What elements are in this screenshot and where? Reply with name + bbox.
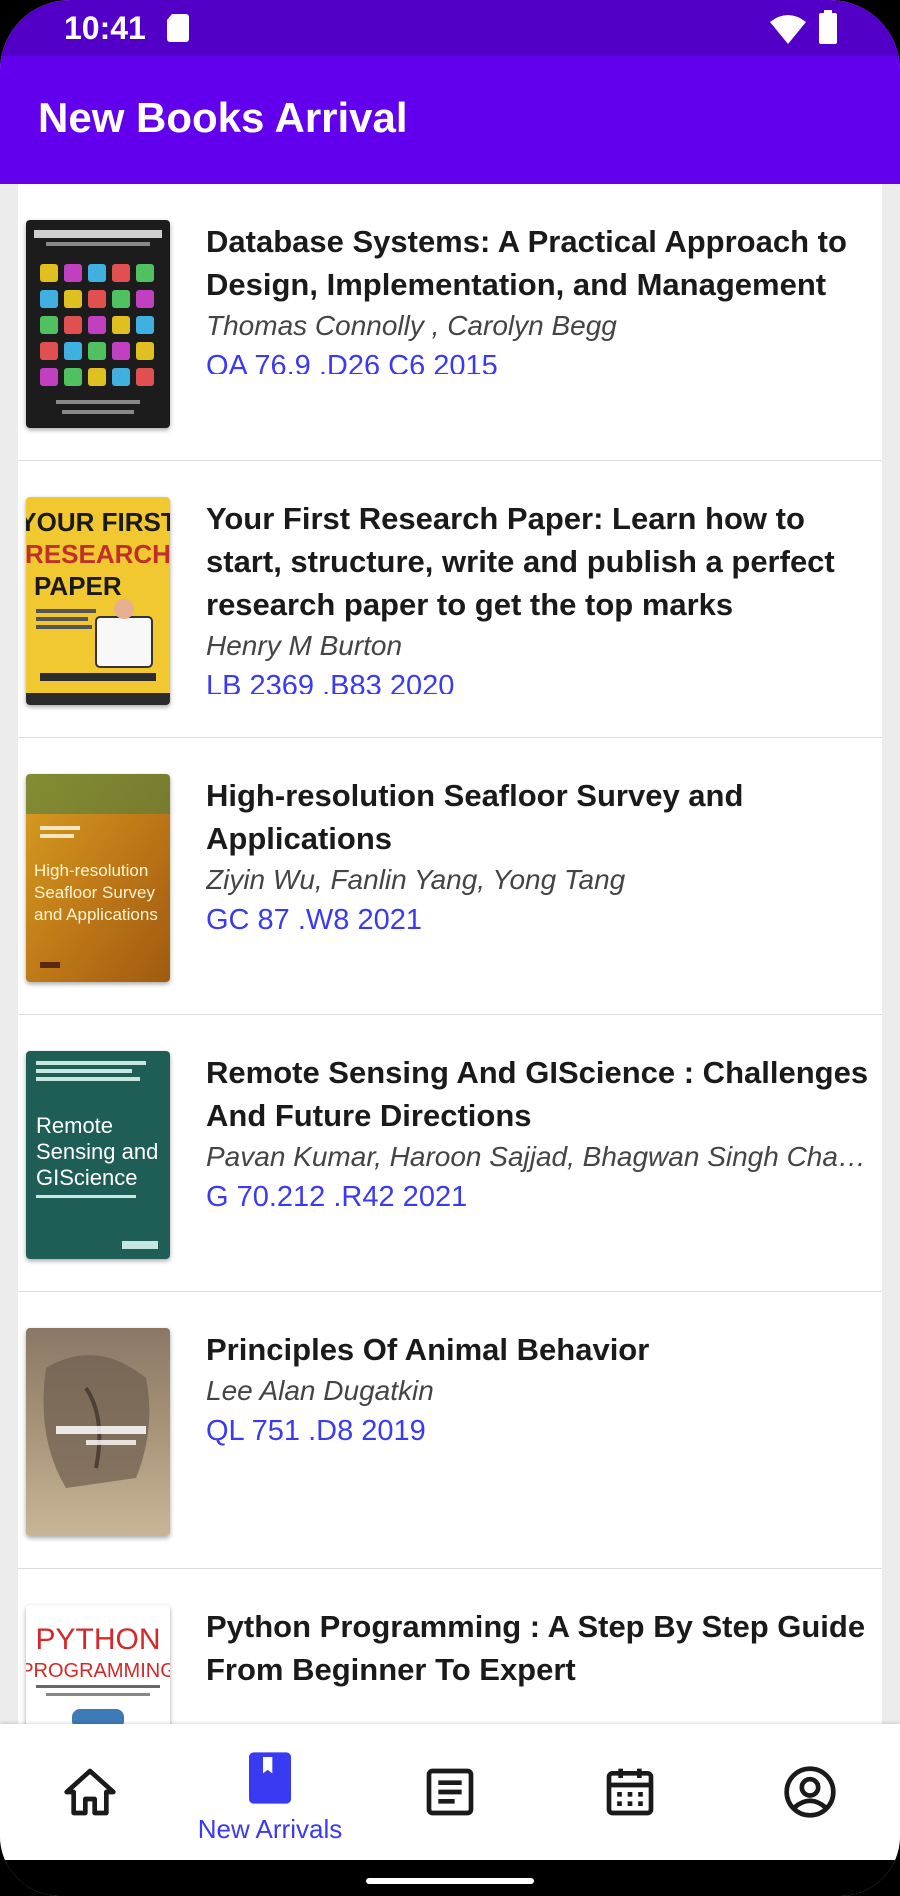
home-icon (64, 1768, 116, 1816)
battery-icon (819, 10, 837, 44)
calendar-icon (606, 1768, 654, 1816)
cover-text: PAPER (34, 571, 122, 601)
cover-text: RESEARCH (26, 539, 170, 569)
status-bar: 10:41 (0, 0, 900, 56)
book-cover-image: YOUR FIRST RESEARCH PAPER (26, 497, 170, 705)
cover-text: Remote (36, 1113, 113, 1138)
book-authors: Thomas Connolly , Carolyn Begg (206, 310, 617, 341)
gesture-bar (0, 1860, 900, 1896)
book-list[interactable]: Database Systems: A Practical Approach t… (18, 184, 882, 1724)
bottom-navigation: New Arrivals (0, 1724, 900, 1860)
book-authors: Ziyin Wu, Fanlin Yang, Yong Tang (206, 864, 626, 895)
nav-profile[interactable] (720, 1724, 900, 1860)
book-call-number: QL 751 .D8 2019 (206, 1415, 426, 1447)
book-call-number: QA 76.9 .D26 C6 2015 (206, 350, 498, 374)
book-card[interactable]: Database Systems: A Practical Approach t… (18, 184, 882, 461)
cover-text: PROGRAMMING (26, 1660, 170, 1682)
book-title: Your First Research Paper: Learn how to … (206, 501, 835, 622)
bookmark-icon (249, 1752, 291, 1804)
wifi-icon (770, 15, 806, 44)
book-authors: Pavan Kumar, Haroon Sajjad, Bhagwan Sing… (206, 1141, 878, 1172)
book-title: Database Systems: A Practical Approach t… (206, 224, 847, 302)
book-cover-image (26, 1328, 170, 1536)
home-handle[interactable] (366, 1878, 534, 1884)
phone-screen: 10:41 New Books Arrival Database Systems… (0, 0, 900, 1896)
book-card[interactable]: PYTHON PROGRAMMING Python Programming : … (18, 1569, 882, 1724)
book-cover-image: Remote Sensing and GIScience (26, 1051, 170, 1259)
book-title: Remote Sensing And GIScience : Challenge… (206, 1055, 869, 1133)
book-call-number: GC 87 .W8 2021 (206, 904, 422, 936)
nav-label: New Arrivals (197, 1814, 343, 1844)
book-title: Principles Of Animal Behavior (206, 1332, 650, 1367)
status-time: 10:41 (64, 10, 146, 46)
cover-text: GIScience (36, 1165, 138, 1190)
book-cover-image: PYTHON PROGRAMMING (26, 1605, 170, 1724)
cover-text: PYTHON (35, 1623, 160, 1656)
cover-text: High-resolution (34, 861, 148, 880)
book-call-number: LB 2369 .B83 2020 (206, 670, 455, 694)
account-icon (784, 1766, 836, 1818)
book-title: Python Programming : A Step By Step Guid… (206, 1609, 866, 1687)
book-cover-image: High-resolution Seafloor Survey and Appl… (26, 774, 170, 982)
book-authors: Henry M Burton (206, 630, 403, 661)
page-title: New Books Arrival (38, 94, 408, 141)
cover-text: YOUR FIRST (26, 507, 170, 537)
book-call-number: G 70.212 .R42 2021 (206, 1181, 468, 1213)
book-card[interactable]: YOUR FIRST RESEARCH PAPER Your First Res… (18, 461, 882, 738)
book-card[interactable]: Principles Of Animal Behavior Lee Alan D… (18, 1292, 882, 1569)
sd-card-icon (167, 14, 189, 42)
cover-text: Sensing and (36, 1139, 158, 1164)
nav-articles[interactable] (360, 1724, 540, 1860)
book-card[interactable]: High-resolution Seafloor Survey and Appl… (18, 738, 882, 1015)
nav-calendar[interactable] (540, 1724, 720, 1860)
book-card[interactable]: Remote Sensing and GIScience Remote Sens… (18, 1015, 882, 1292)
cover-text: Seafloor Survey (34, 883, 155, 902)
book-authors: Lee Alan Dugatkin (206, 1375, 434, 1406)
cover-text: and Applications (34, 905, 158, 924)
nav-new-arrivals[interactable]: New Arrivals (180, 1724, 360, 1860)
book-title: High-resolution Seafloor Survey and Appl… (206, 778, 744, 856)
article-icon (426, 1768, 474, 1816)
book-cover-image (26, 220, 170, 428)
app-bar: New Books Arrival (0, 56, 900, 184)
nav-home[interactable] (0, 1724, 180, 1860)
